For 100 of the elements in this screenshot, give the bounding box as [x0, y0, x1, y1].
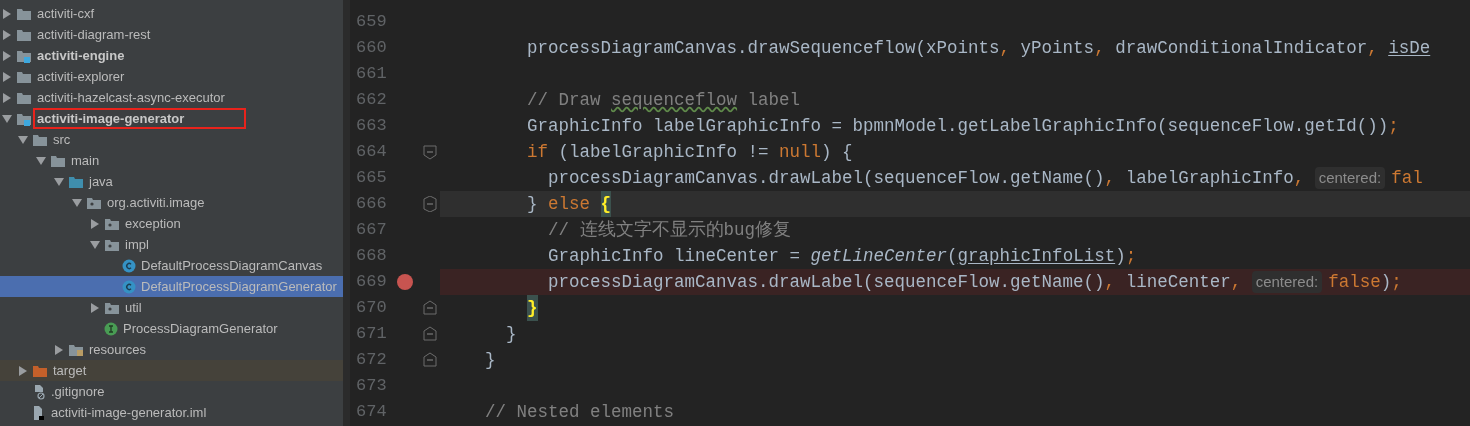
line-number: 659: [355, 11, 388, 34]
tree-item[interactable]: ProcessDiagramGenerator: [0, 318, 343, 339]
line-number: 670: [355, 297, 388, 320]
code-text: ): [1115, 244, 1126, 268]
tree-item-label: impl: [125, 236, 149, 253]
breakpoint-icon[interactable]: [397, 274, 413, 290]
folder-icon: [32, 363, 48, 378]
tree-item[interactable]: activiti-diagram-rest: [0, 24, 343, 45]
code-text: (: [947, 244, 958, 268]
line-number: 664: [355, 141, 388, 164]
collapsed-arrow-icon[interactable]: [3, 8, 11, 19]
fold-marker-icon[interactable]: [422, 326, 438, 342]
code-punctuation: ,: [1104, 270, 1117, 294]
expanded-arrow-icon[interactable]: [90, 240, 100, 249]
class-icon: [122, 258, 136, 273]
tree-item[interactable]: activiti-image-generator.iml: [0, 402, 343, 423]
code-punctuation: ,: [1293, 166, 1306, 190]
code-text: labelGraphicInfo: [1125, 166, 1294, 190]
folder-icon: [32, 132, 48, 147]
tree-item[interactable]: activiti-explorer: [0, 66, 343, 87]
collapsed-arrow-icon[interactable]: [3, 29, 11, 40]
tree-item-label: activiti-diagram-rest: [37, 26, 151, 43]
code-comment: // 连线文字不显示的bug修复: [548, 218, 792, 242]
class-icon: [122, 279, 136, 294]
code-text: processDiagramCanvas.drawLabel(sequenceFlow.getName(): [548, 166, 1105, 190]
expanded-arrow-icon[interactable]: [72, 198, 82, 207]
tree-item[interactable]: .gitignore: [0, 381, 343, 402]
line-number: 665: [355, 167, 388, 190]
code-punctuation: ,: [999, 36, 1012, 60]
fold-marker-icon[interactable]: [422, 352, 438, 368]
tree-item-label: activiti-image-generator.iml: [51, 404, 207, 421]
tree-item[interactable]: impl: [0, 234, 343, 255]
tree-item-label: org.activiti.image: [107, 194, 205, 211]
tree-item[interactable]: activiti-hazelcast-async-executor: [0, 87, 343, 108]
collapsed-arrow-icon[interactable]: [19, 365, 27, 376]
code-punctuation: ,: [1230, 270, 1243, 294]
tree-item[interactable]: activiti-cxf: [0, 3, 343, 24]
code-text: graphicInfoList: [957, 244, 1116, 268]
folder-icon: [50, 153, 66, 168]
line-number: 661: [355, 63, 388, 86]
expanded-arrow-icon[interactable]: [2, 114, 12, 123]
collapsed-arrow-icon[interactable]: [91, 302, 99, 313]
matched-brace: {: [600, 190, 612, 218]
line-number: 674: [355, 401, 388, 424]
collapsed-arrow-icon[interactable]: [55, 344, 63, 355]
line-number: 671: [355, 323, 388, 346]
fold-marker-icon[interactable]: [422, 196, 438, 212]
parameter-hint: centered:: [1251, 270, 1323, 294]
tree-item[interactable]: resources: [0, 339, 343, 360]
fold-marker-icon[interactable]: [422, 300, 438, 316]
collapsed-arrow-icon[interactable]: [91, 218, 99, 229]
code-text: ) {: [821, 140, 853, 164]
code-text: ): [1380, 270, 1392, 294]
folder-icon: [16, 90, 32, 105]
tree-item-label: src: [53, 131, 71, 148]
code-text: lineCenter: [1125, 270, 1231, 294]
tree-item-label: activiti-hazelcast-async-executor: [37, 89, 225, 106]
line-number: 662: [355, 89, 388, 112]
collapsed-arrow-icon[interactable]: [3, 71, 11, 82]
code-comment: sequenceflow: [611, 88, 738, 112]
package-icon: [104, 300, 120, 315]
tree-item-label: DefaultProcessDiagramGenerator: [141, 278, 337, 295]
expanded-arrow-icon[interactable]: [18, 135, 28, 144]
parameter-hint: centered:: [1314, 166, 1386, 190]
code-punctuation: ,: [1104, 166, 1117, 190]
tree-item-label: activiti-cxf: [37, 5, 95, 22]
fold-marker-icon[interactable]: [422, 144, 438, 160]
source-folder-icon: [68, 174, 84, 189]
file-icon: [32, 404, 46, 421]
code-punctuation: ;: [1125, 244, 1137, 268]
code-text: yPoints: [1020, 36, 1095, 60]
tree-item[interactable]: target: [0, 360, 343, 381]
line-number: 663: [355, 115, 388, 138]
code-text: GraphicInfo lineCenter =: [548, 244, 802, 268]
tree-item[interactable]: java: [0, 171, 343, 192]
tree-item[interactable]: util: [0, 297, 343, 318]
tree-item[interactable]: src: [0, 129, 343, 150]
code-method-call: getLineCenter: [810, 244, 948, 268]
collapsed-arrow-icon[interactable]: [3, 50, 11, 61]
expanded-arrow-icon[interactable]: [54, 177, 64, 186]
tree-item-label: java: [89, 173, 113, 190]
tree-item-label: ProcessDiagramGenerator: [123, 320, 278, 337]
tree-item[interactable]: activiti-image-generator: [0, 108, 343, 129]
tree-item[interactable]: org.activiti.image: [0, 192, 343, 213]
code-keyword: if: [527, 140, 550, 164]
collapsed-arrow-icon[interactable]: [3, 92, 11, 103]
package-icon: [86, 195, 102, 210]
tree-item[interactable]: activiti-engine: [0, 45, 343, 66]
file-icon: [32, 383, 46, 400]
expanded-arrow-icon[interactable]: [36, 156, 46, 165]
code-punctuation: ,: [1094, 36, 1106, 60]
tree-item-label: DefaultProcessDiagramCanvas: [141, 257, 323, 274]
tree-item[interactable]: exception: [0, 213, 343, 234]
code-keyword: null: [779, 140, 822, 164]
matched-brace: }: [527, 294, 538, 322]
code-text: }: [527, 192, 539, 216]
tree-item[interactable]: DefaultProcessDiagramCanvas: [0, 255, 343, 276]
code-text: processDiagramCanvas.drawLabel(sequenceFlow.getName(): [548, 270, 1105, 294]
tree-item[interactable]: main: [0, 150, 343, 171]
code-punctuation: ;: [1388, 114, 1399, 138]
